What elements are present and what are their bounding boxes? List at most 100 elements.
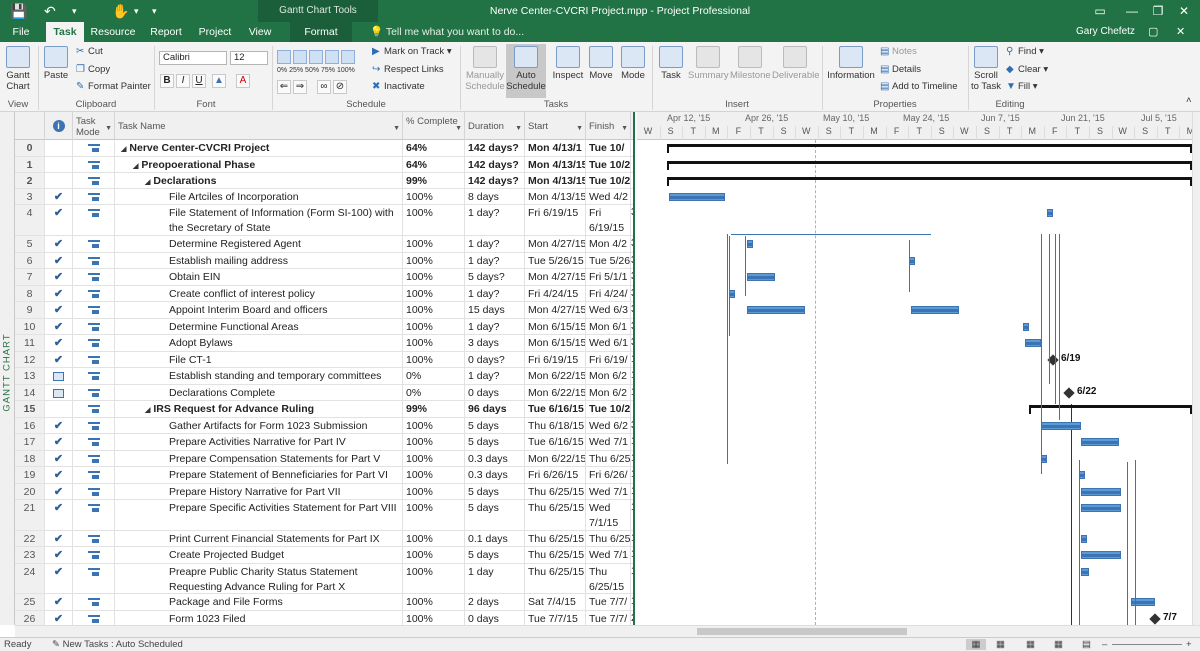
column-start[interactable]: Start ▼	[525, 112, 586, 140]
start-cell[interactable]: Mon 6/22/15	[525, 451, 586, 466]
indicator-cell[interactable]: ✔	[45, 547, 73, 563]
task-mode-cell[interactable]	[73, 547, 115, 563]
details-button[interactable]: ▤ Details	[880, 63, 921, 77]
start-cell[interactable]: Thu 6/25/15	[525, 564, 586, 593]
finish-cell[interactable]: Thu 6/25	[586, 531, 631, 546]
task-row[interactable]: 21 ✔ Prepare Specific Activities Statement…	[15, 500, 633, 531]
task-row[interactable]: 20 ✔ Prepare History Narrative for Part VI…	[15, 484, 633, 500]
customize-qat-icon[interactable]: ▾	[152, 2, 157, 20]
task-row[interactable]: 1 ◢ Preopoerational Phase 64% 142 days? Mon 4…	[15, 157, 633, 173]
task-name-cell[interactable]: File CT-1	[115, 352, 403, 367]
percent-complete-cell[interactable]: 0%	[403, 385, 465, 400]
start-cell[interactable]: Tue 6/16/15	[525, 434, 586, 450]
predecessors-cell[interactable]: 1	[631, 368, 633, 384]
percent-complete-cell[interactable]: 100%	[403, 319, 465, 334]
task-row[interactable]: 26 ✔ Form 1023 Filed 100% 0 days Tue 7/7/15 Tu…	[15, 611, 633, 625]
task-row[interactable]: 24 ✔ Preapre Public Charity Status Stateme…	[15, 564, 633, 594]
cut-button[interactable]: ✂ Cut	[76, 45, 103, 59]
move-button[interactable]: Move	[586, 46, 616, 81]
scroll-thumb[interactable]	[697, 628, 907, 635]
start-cell[interactable]: Sat 7/4/15	[525, 594, 586, 610]
start-cell[interactable]: Mon 4/27/15	[525, 269, 586, 285]
task-usage-shortcut[interactable]: ▦	[996, 639, 1005, 650]
start-cell[interactable]: Mon 6/15/15	[525, 335, 586, 351]
indicator-cell[interactable]: ✔	[45, 302, 73, 318]
finish-cell[interactable]: Wed 6/1	[586, 335, 631, 351]
add-to-timeline-button[interactable]: ▤ Add to Timeline	[880, 80, 957, 94]
row-id[interactable]: 8	[15, 286, 45, 301]
task-mode-cell[interactable]	[73, 269, 115, 285]
column-task-mode[interactable]: Task Mode ▼	[73, 112, 115, 140]
italic-button[interactable]: I	[176, 74, 190, 88]
gantt-horizontal-scrollbar[interactable]	[637, 625, 1200, 637]
task-bar[interactable]	[1081, 551, 1121, 559]
duration-cell[interactable]: 5 days?	[465, 269, 525, 285]
column-finish[interactable]: Finish ▼	[586, 112, 631, 140]
task-row[interactable]: 13 Establish standing and temporary commi…	[15, 368, 633, 385]
duration-cell[interactable]: 0.1 days	[465, 531, 525, 546]
duration-cell[interactable]: 0.3 days	[465, 451, 525, 466]
new-tasks-mode[interactable]: ✎ New Tasks : Auto Scheduled	[52, 639, 183, 650]
row-id[interactable]: 2	[15, 173, 45, 188]
task-name-cell[interactable]: Declarations Complete	[115, 385, 403, 400]
task-mode-cell[interactable]	[73, 368, 115, 384]
percent-complete-cell[interactable]: 100%	[403, 531, 465, 546]
percent-complete-cell[interactable]: 100%	[403, 205, 465, 235]
task-row[interactable]: 17 ✔ Prepare Activities Narrative for Part…	[15, 434, 633, 451]
duration-cell[interactable]: 2 days	[465, 594, 525, 610]
auto-schedule-button[interactable]: Auto Schedule	[506, 44, 546, 98]
percent-complete-cell[interactable]: 100%	[403, 484, 465, 499]
row-id[interactable]: 23	[15, 547, 45, 563]
finish-cell[interactable]: Tue 10/2	[586, 157, 631, 172]
finish-cell[interactable]: Wed 6/2	[586, 418, 631, 433]
task-name-cell[interactable]: Prepare Specific Activities Statement fo…	[115, 500, 403, 530]
start-cell[interactable]: Fri 6/19/15	[525, 205, 586, 235]
finish-cell[interactable]: Fri 6/26/	[586, 467, 631, 483]
start-cell[interactable]: Thu 6/25/15	[525, 547, 586, 563]
row-id[interactable]: 21	[15, 500, 45, 530]
finish-cell[interactable]: Fri 6/19/15	[586, 205, 631, 235]
start-cell[interactable]: Tue 7/7/15	[525, 611, 586, 625]
row-id[interactable]: 14	[15, 385, 45, 400]
indicator-cell[interactable]: ✔	[45, 189, 73, 204]
task-mode-cell[interactable]	[73, 434, 115, 450]
row-id[interactable]: 6	[15, 253, 45, 268]
task-name-cell[interactable]: File Artciles of Incorporation	[115, 189, 403, 204]
duration-cell[interactable]: 1 day?	[465, 236, 525, 252]
task-name-cell[interactable]: Prepare Statement of Benneficiaries for …	[115, 467, 403, 483]
row-id[interactable]: 0	[15, 140, 45, 156]
link-tasks-button[interactable]: ∞	[317, 80, 331, 94]
fifty-percent-button[interactable]	[309, 50, 323, 64]
task-mode-cell[interactable]	[73, 451, 115, 466]
vertical-scrollbar[interactable]	[1192, 112, 1200, 625]
gantt-chart-button[interactable]: Gantt Chart	[3, 46, 33, 92]
select-all-corner[interactable]	[15, 112, 45, 140]
notes-button[interactable]: ▤ Notes	[880, 45, 917, 59]
task-row[interactable]: 15 ◢ IRS Request for Advance Ruling 99% 96 d…	[15, 401, 633, 418]
task-name-cell[interactable]: Create conflict of interest policy	[115, 286, 403, 301]
duration-cell[interactable]: 3 days	[465, 335, 525, 351]
task-row[interactable]: 5 ✔ Determine Registered Agent 100% 1 day? Mo…	[15, 236, 633, 253]
zero-percent-button[interactable]	[277, 50, 291, 64]
task-mode-cell[interactable]	[73, 352, 115, 367]
task-row[interactable]: 10 ✔ Determine Functional Areas 100% 1 day? M…	[15, 319, 633, 335]
start-cell[interactable]: Mon 4/13/15	[525, 189, 586, 204]
indicator-cell[interactable]: ✔	[45, 500, 73, 530]
view-bar[interactable]: GANTT CHART	[0, 112, 15, 625]
row-id[interactable]: 9	[15, 302, 45, 318]
row-id[interactable]: 20	[15, 484, 45, 499]
tell-me-box[interactable]: 💡 Tell me what you want to do...	[370, 22, 524, 42]
seventy-five-percent-button[interactable]	[325, 50, 339, 64]
duration-cell[interactable]: 142 days?	[465, 140, 525, 156]
task-name-cell[interactable]: Gather Artifacts for Form 1023 Submissio…	[115, 418, 403, 433]
bold-button[interactable]: B	[160, 74, 174, 88]
zoom-out-icon[interactable]: –	[1102, 639, 1107, 650]
indicator-cell[interactable]	[45, 401, 73, 417]
indicator-cell[interactable]: ✔	[45, 467, 73, 483]
collapse-triangle-icon[interactable]: ◢	[145, 407, 150, 414]
close-file-icon[interactable]: ✕	[1176, 22, 1185, 42]
start-cell[interactable]: Fri 6/26/15	[525, 467, 586, 483]
task-row[interactable]: 23 ✔ Create Projected Budget 100% 5 days Thu …	[15, 547, 633, 564]
tab-view[interactable]: View	[242, 22, 278, 42]
percent-complete-cell[interactable]: 100%	[403, 269, 465, 285]
